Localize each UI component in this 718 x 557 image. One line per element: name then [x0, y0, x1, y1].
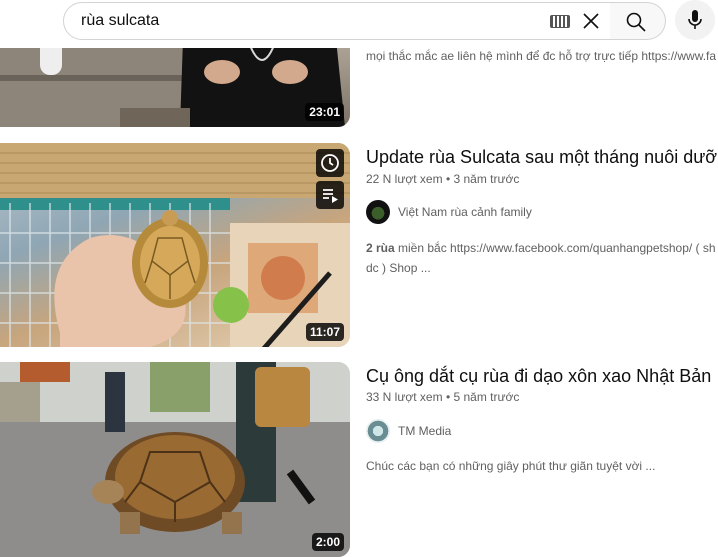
close-icon[interactable]	[577, 7, 605, 35]
video-thumbnail[interactable]: 11:07	[0, 143, 350, 347]
video-thumbnail[interactable]: 2:00	[0, 362, 350, 557]
add-to-queue-button[interactable]	[316, 181, 344, 209]
avatar[interactable]	[366, 200, 390, 224]
video-description: mọi thắc mắc ae liên hệ mình để đc hỗ tr…	[366, 49, 717, 63]
video-description: 2 rùa miền bắc https://www.facebook.com/…	[366, 238, 716, 278]
video-duration: 23:01	[305, 103, 344, 121]
search-query[interactable]: rùa sulcata	[81, 12, 159, 30]
metadata-separator: •	[445, 390, 451, 404]
video-title[interactable]: Update rùa Sulcata sau một tháng nuôi dư…	[366, 147, 718, 168]
video-duration: 2:00	[311, 533, 344, 551]
description-text: miền bắc https://www.facebook.com/quanha…	[394, 241, 716, 255]
view-count: 33 N lượt xem	[366, 390, 443, 404]
video-metadata: 22 N lượt xem • 3 năm trước	[366, 172, 519, 186]
description-highlight: 2 rùa	[366, 241, 395, 255]
upload-age: 5 năm trước	[453, 390, 520, 404]
view-count: 22 N lượt xem	[366, 172, 443, 186]
video-description: Chúc các bạn có những giây phút thư giãn…	[366, 459, 656, 473]
search-input[interactable]: rùa sulcata	[63, 2, 611, 40]
video-title[interactable]: Cụ ông dắt cụ rùa đi dạo xôn xao Nhật Bả…	[366, 366, 711, 387]
search-icon	[626, 12, 646, 32]
microphone-icon	[688, 10, 702, 29]
channel-name[interactable]: Việt Nam rùa cảnh family	[398, 205, 532, 219]
thumbnail-image	[0, 143, 350, 347]
watch-later-button[interactable]	[316, 149, 344, 177]
keyboard-icon[interactable]	[550, 15, 570, 28]
video-duration: 11:07	[305, 323, 344, 341]
avatar[interactable]	[366, 419, 390, 443]
metadata-separator: •	[445, 172, 451, 186]
video-metadata: 33 N lượt xem • 5 năm trước	[366, 390, 519, 404]
search-button[interactable]	[610, 2, 666, 40]
upload-age: 3 năm trước	[453, 172, 520, 186]
description-text: dc ) Shop ...	[366, 261, 431, 275]
clock-icon	[321, 154, 339, 172]
thumbnail-image	[0, 362, 350, 557]
masthead: rùa sulcata	[0, 0, 718, 48]
channel-name[interactable]: TM Media	[398, 424, 451, 438]
playlist-add-icon	[323, 189, 338, 203]
voice-search-button[interactable]	[675, 0, 715, 40]
